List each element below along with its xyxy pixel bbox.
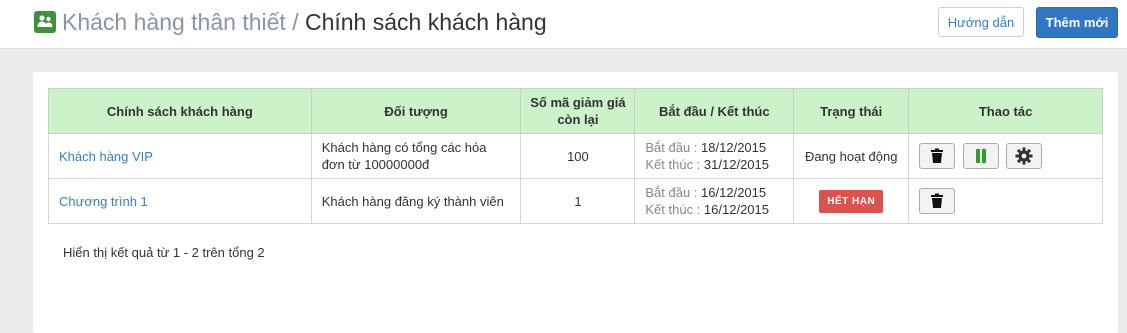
start-label: Bắt đầu :: [645, 140, 698, 155]
col-actions: Thao tác: [908, 88, 1103, 134]
trash-icon: [931, 193, 944, 208]
page-title: Chính sách khách hàng: [304, 9, 547, 35]
table-row: Khách hàng VIP Khách hàng có tổng các hó…: [48, 133, 1103, 179]
codes-left-cell: 100: [520, 133, 636, 179]
target-cell: Khách hàng có tổng các hóa đơn từ 100000…: [310, 133, 522, 179]
end-label: Kết thúc :: [645, 202, 701, 217]
breadcrumb-parent[interactable]: Khách hàng thân thiết: [62, 9, 286, 35]
help-button[interactable]: Hướng dẫn: [938, 7, 1024, 37]
start-date: 16/12/2015: [701, 185, 767, 200]
breadcrumb-separator: /: [292, 9, 299, 35]
policy-table: Chính sách khách hàng Đối tượng Số mã gi…: [48, 88, 1103, 224]
results-summary: Hiển thị kết quả từ 1 - 2 trên tổng 2: [63, 245, 265, 260]
expired-badge: HẾT HẠN: [819, 189, 884, 213]
end-date: 31/12/2015: [703, 157, 769, 172]
col-target: Đối tượng: [310, 88, 522, 134]
content-panel: Chính sách khách hàng Đối tượng Số mã gi…: [33, 72, 1118, 333]
end-date: 16/12/2015: [703, 202, 769, 217]
settings-button[interactable]: [1006, 143, 1043, 169]
status-cell: HẾT HẠN: [793, 178, 910, 224]
pause-button[interactable]: [962, 143, 999, 169]
col-status: Trạng thái: [793, 88, 910, 134]
loyal-customers-icon: [34, 11, 56, 33]
start-label: Bắt đầu :: [645, 185, 698, 200]
top-bar: Khách hàng thân thiết / Chính sách khách…: [0, 0, 1127, 49]
end-label: Kết thúc :: [645, 157, 701, 172]
col-dates: Bắt đầu / Kết thúc: [634, 88, 795, 134]
table-row: Chương trình 1 Khách hàng đăng ký thành …: [48, 178, 1103, 224]
col-codes-left: Số mã giảm giá còn lại: [520, 88, 636, 134]
page-breadcrumb: Khách hàng thân thiết / Chính sách khách…: [62, 8, 547, 36]
pause-icon: [975, 149, 986, 163]
trash-icon: [931, 148, 944, 163]
col-policy: Chính sách khách hàng: [48, 88, 312, 134]
actions-cell: [908, 133, 1103, 179]
target-cell: Khách hàng đăng ký thành viên: [310, 178, 522, 224]
add-new-button[interactable]: Thêm mới: [1036, 7, 1118, 38]
gear-icon: [1015, 147, 1033, 165]
dates-cell: Bắt đầu : 18/12/2015 Kết thúc : 31/12/20…: [634, 133, 795, 179]
status-text: Đang hoạt động: [793, 133, 910, 179]
delete-button[interactable]: [919, 188, 956, 214]
dates-cell: Bắt đầu : 16/12/2015 Kết thúc : 16/12/20…: [634, 178, 795, 224]
delete-button[interactable]: [919, 143, 956, 169]
start-date: 18/12/2015: [701, 140, 767, 155]
table-header-row: Chính sách khách hàng Đối tượng Số mã gi…: [48, 88, 1103, 134]
policy-link[interactable]: Chương trình 1: [48, 178, 312, 224]
actions-cell: [908, 178, 1103, 224]
policy-link[interactable]: Khách hàng VIP: [48, 133, 312, 179]
codes-left-cell: 1: [520, 178, 636, 224]
